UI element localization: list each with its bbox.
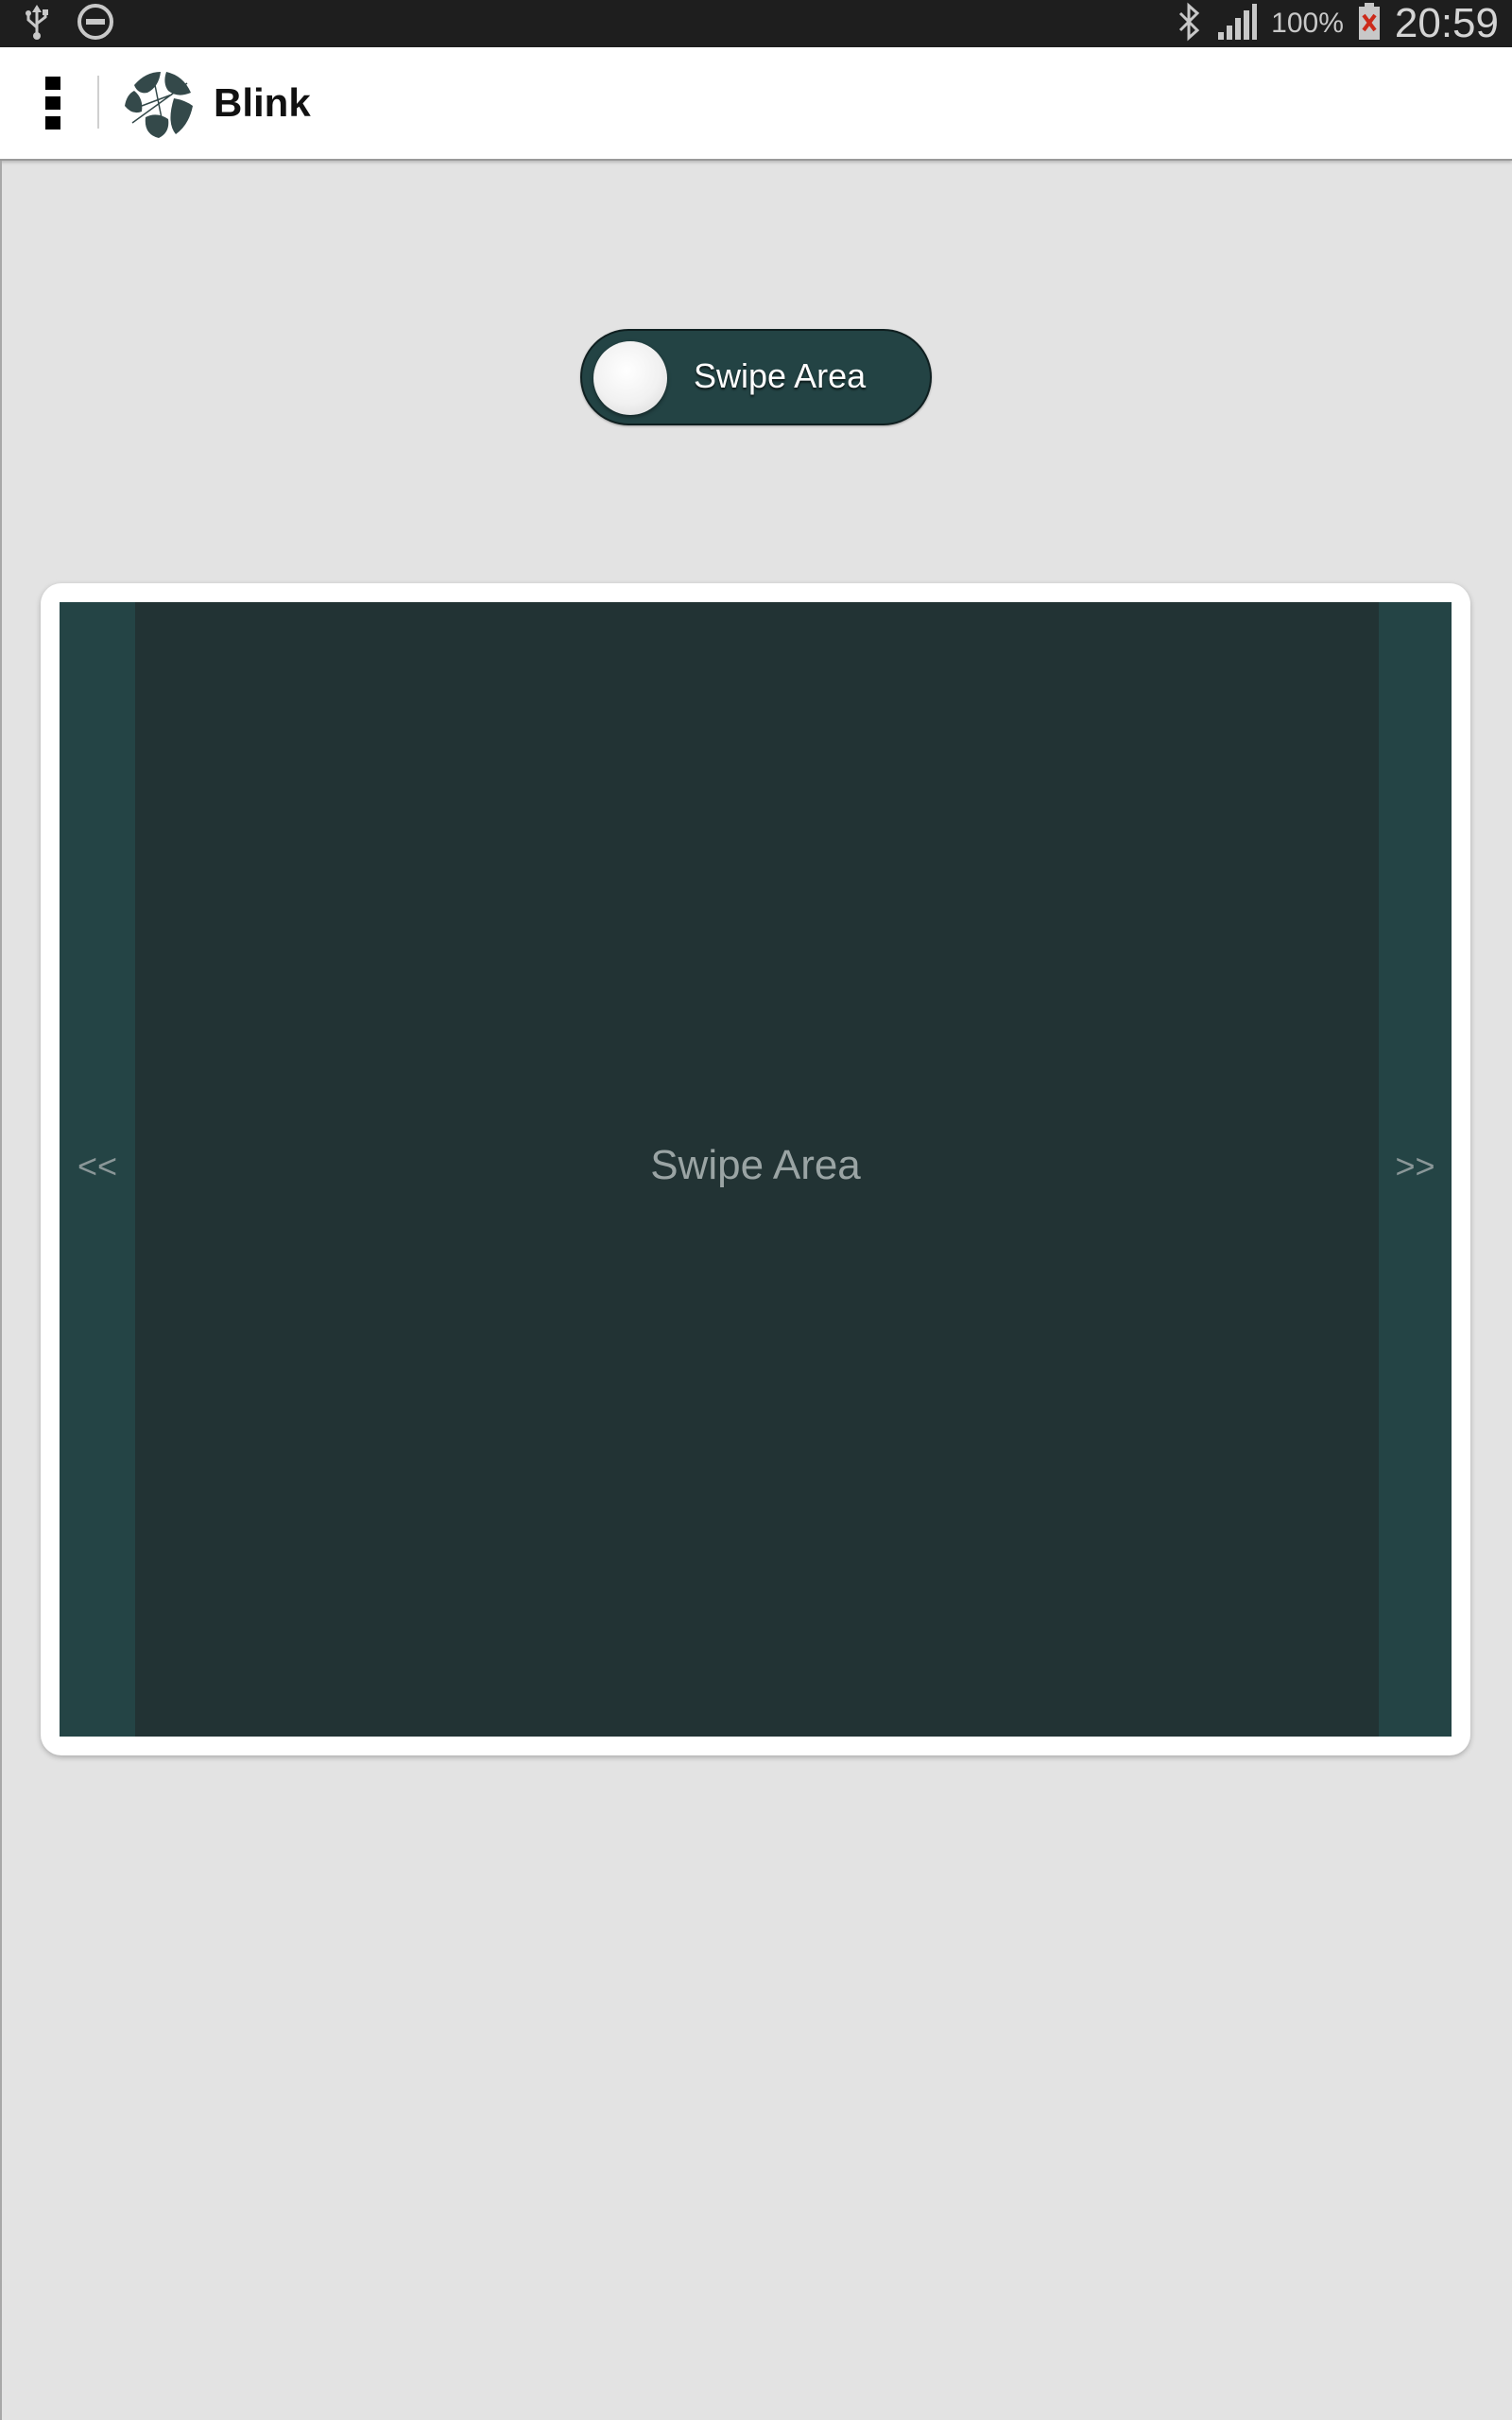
signal-icon xyxy=(1216,2,1258,46)
swipe-area[interactable]: << >> Swipe Area xyxy=(60,602,1452,1737)
app-logo-icon[interactable] xyxy=(121,66,195,140)
toggle-knob[interactable] xyxy=(593,341,667,415)
swipe-area-toggle[interactable]: Swipe Area xyxy=(580,329,932,425)
overflow-menu-icon[interactable] xyxy=(34,70,72,136)
action-bar-divider xyxy=(97,76,99,129)
status-bar: 100% 20:59 xyxy=(0,0,1512,47)
status-bar-left xyxy=(23,0,115,47)
usb-icon xyxy=(23,3,51,45)
bluetooth-icon xyxy=(1175,2,1203,46)
battery-icon xyxy=(1357,2,1382,46)
content-edge-line xyxy=(0,161,2,2420)
action-bar: Blink xyxy=(0,47,1512,161)
do-not-disturb-icon xyxy=(76,2,115,46)
toggle-label: Swipe Area xyxy=(694,356,867,395)
app-title: Blink xyxy=(214,80,311,125)
swipe-area-label: Swipe Area xyxy=(650,1142,861,1188)
status-bar-right: 100% 20:59 xyxy=(1175,0,1499,47)
clock: 20:59 xyxy=(1394,0,1499,46)
battery-percent: 100% xyxy=(1271,8,1344,39)
